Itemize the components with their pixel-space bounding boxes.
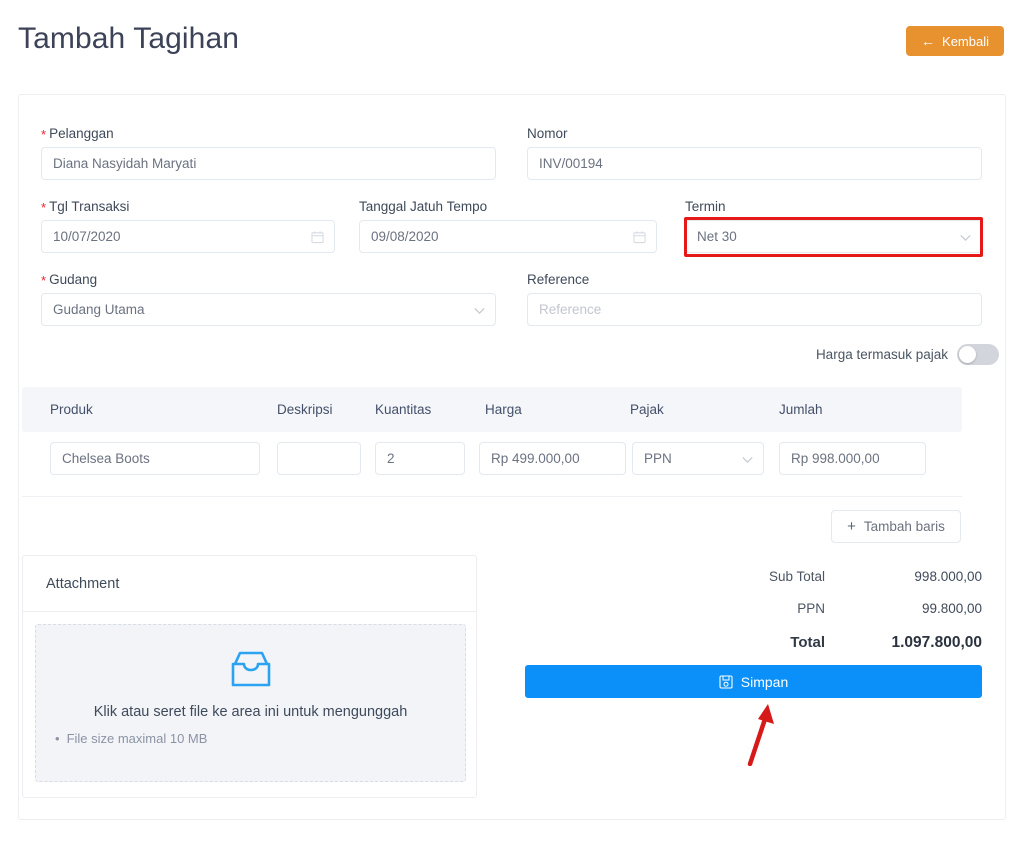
- invoice-create-page: Tambah Tagihan ← Kembali *Pelanggan Dian…: [0, 0, 1024, 844]
- chevron-down-icon: [742, 451, 753, 466]
- grand-total-value: 1.097.800,00: [782, 634, 982, 652]
- row-pajak-select[interactable]: PPN: [632, 442, 764, 475]
- label-termin: Termin: [685, 199, 726, 214]
- nomor-input[interactable]: INV/00194: [527, 147, 982, 180]
- tanggal-jatuh-tempo-input[interactable]: 09/08/2020: [359, 220, 657, 253]
- column-header-jumlah: Jumlah: [779, 402, 823, 417]
- termin-value: Net 30: [697, 229, 737, 244]
- gudang-value: Gudang Utama: [53, 302, 145, 317]
- row-harga-input[interactable]: Rp 499.000,00: [479, 442, 626, 475]
- termin-select[interactable]: Net 30: [685, 220, 982, 253]
- label-reference: Reference: [527, 272, 589, 287]
- gudang-select[interactable]: Gudang Utama: [41, 293, 496, 326]
- reference-input[interactable]: Reference: [527, 293, 982, 326]
- attachment-title: Attachment: [46, 576, 119, 592]
- dropzone-hint: •File size maximal 10 MB: [55, 731, 207, 746]
- required-asterisk: *: [41, 273, 46, 288]
- page-header: Tambah Tagihan ← Kembali: [0, 0, 1024, 92]
- row-kuantitas-input[interactable]: 2: [375, 442, 465, 475]
- label-tanggal-jatuh-tempo: Tanggal Jatuh Tempo: [359, 199, 487, 214]
- attachment-card: Attachment Klik atau seret file ke area …: [22, 555, 477, 798]
- tgl-transaksi-input[interactable]: 10/07/2020: [41, 220, 335, 253]
- calendar-icon: [311, 230, 324, 243]
- inbox-tray-icon: [228, 649, 274, 689]
- back-button[interactable]: ← Kembali: [906, 26, 1004, 56]
- add-row-button[interactable]: + Tambah baris: [831, 510, 961, 543]
- pelanggan-input[interactable]: Diana Nasyidah Maryati: [41, 147, 496, 180]
- sub-total-value: 998.000,00: [782, 569, 982, 584]
- toggle-knob: [959, 346, 976, 363]
- table-row: Chelsea Boots 2 Rp 499.000,00 PPN Rp 998…: [22, 442, 962, 478]
- page-title: Tambah Tagihan: [18, 22, 239, 56]
- label-nomor: Nomor: [527, 126, 568, 141]
- chevron-down-icon: [474, 302, 485, 317]
- dropzone-text: Klik atau seret file ke area ini untuk m…: [36, 704, 465, 720]
- add-row-label: Tambah baris: [864, 519, 945, 534]
- save-button[interactable]: Simpan: [525, 665, 982, 698]
- column-header-harga: Harga: [485, 402, 522, 417]
- column-header-produk: Produk: [50, 402, 93, 417]
- column-header-pajak: Pajak: [630, 402, 664, 417]
- tgl-transaksi-value: 10/07/2020: [53, 229, 121, 244]
- required-asterisk: *: [41, 200, 46, 215]
- label-pelanggan: *Pelanggan: [41, 126, 114, 141]
- table-divider: [22, 496, 962, 497]
- items-table-header: Produk Deskripsi Kuantitas Harga Pajak J…: [22, 387, 962, 432]
- row-jumlah-input[interactable]: Rp 998.000,00: [779, 442, 926, 475]
- label-gudang: *Gudang: [41, 272, 97, 287]
- column-header-kuantitas: Kuantitas: [375, 402, 431, 417]
- back-button-label: Kembali: [942, 35, 989, 48]
- arrow-left-icon: ←: [921, 34, 935, 48]
- row-deskripsi-input[interactable]: [277, 442, 361, 475]
- required-asterisk: *: [41, 127, 46, 142]
- calendar-icon: [633, 230, 646, 243]
- ppn-value: 99.800,00: [782, 601, 982, 616]
- plus-icon: +: [847, 519, 856, 534]
- chevron-down-icon: [960, 229, 971, 244]
- tanggal-jatuh-tempo-value: 09/08/2020: [371, 229, 439, 244]
- row-produk-input[interactable]: Chelsea Boots: [50, 442, 260, 475]
- label-tgl-transaksi: *Tgl Transaksi: [41, 199, 129, 214]
- column-header-deskripsi: Deskripsi: [277, 402, 333, 417]
- bullet-icon: •: [55, 731, 60, 746]
- tax-inclusive-toggle[interactable]: [957, 344, 999, 365]
- tax-inclusive-label: Harga termasuk pajak: [816, 347, 948, 362]
- save-button-label: Simpan: [741, 674, 788, 690]
- tax-inclusive-row: Harga termasuk pajak: [816, 344, 999, 365]
- row-pajak-value: PPN: [644, 451, 672, 466]
- save-disk-icon: [719, 675, 733, 689]
- file-dropzone[interactable]: Klik atau seret file ke area ini untuk m…: [35, 624, 466, 782]
